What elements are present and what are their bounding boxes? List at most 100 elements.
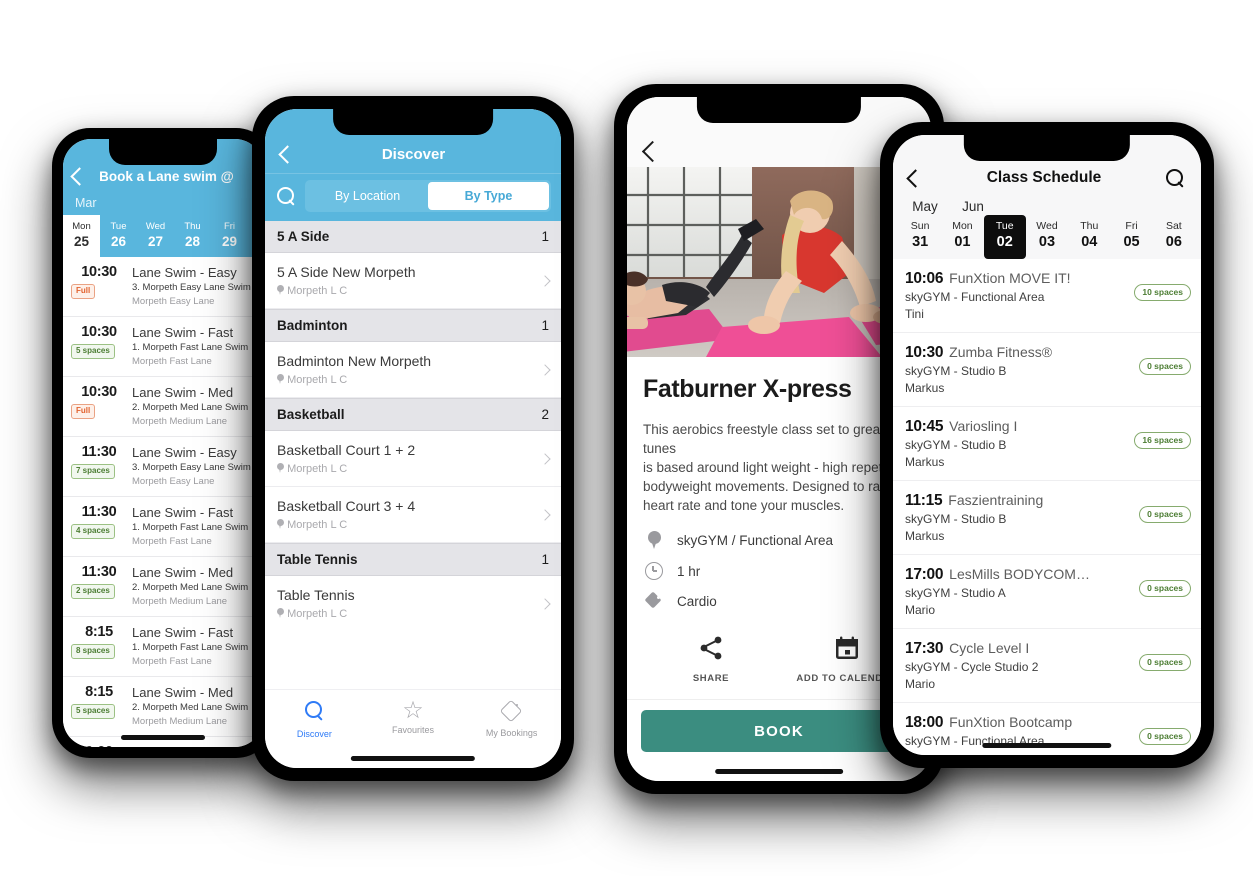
tab-by-type[interactable]: By Type (428, 182, 549, 210)
class-coach: Markus (905, 455, 945, 469)
slot-sub: 1. Morpeth Fast Lane Swim (132, 342, 249, 353)
item-main: 5 A Side New Morpeth Morpeth L C (277, 263, 541, 299)
slot-time: 11:30 (81, 444, 117, 460)
date-chip-num: 28 (184, 234, 201, 249)
class-name: Zumba Fitness® (949, 344, 1053, 360)
spaces-badge: 0 spaces (1139, 506, 1191, 523)
back-icon[interactable] (641, 140, 664, 163)
search-icon[interactable] (277, 186, 296, 206)
status-badge: 2 spaces (71, 583, 115, 599)
date-chip-num: 03 (1038, 234, 1056, 250)
date-strip[interactable]: Sun 31 Mon 01 Tue 02 Wed 03 Thu 04 Fri 0… (893, 215, 1201, 259)
slot-location: Morpeth Fast Lane (132, 536, 212, 547)
class-studio: skyGYM - Functional Area (905, 290, 1045, 304)
month-label: Mar (75, 196, 97, 210)
date-chip-0[interactable]: Mon 25 (63, 215, 100, 257)
list-item[interactable]: Badminton New Morpeth Morpeth L C (265, 342, 561, 398)
class-main: 10:06 FunXtion MOVE IT! skyGYM - Function… (905, 268, 1128, 323)
list-item[interactable]: 11:30 7 spaces Lane Swim - Easy 3. Morpe… (63, 437, 263, 497)
slot-name: Lane Swim - Fast (132, 625, 234, 640)
date-chip-num: 25 (73, 234, 90, 249)
class-time: 10:45 (905, 418, 944, 435)
class-heading: 11:15 Faszientraining (905, 490, 1133, 511)
list-item[interactable]: Basketball Court 1 + 2 Morpeth L C (265, 431, 561, 487)
class-coach: Tini (905, 307, 924, 321)
group-header-5-a-side: 5 A Side 1 (265, 221, 561, 253)
phone-discover: Discover By Location By Type 5 A Side 1 (252, 96, 574, 781)
discover-list: 5 A Side 1 5 A Side New Morpeth Morpeth … (265, 221, 561, 672)
lane-swim-list: 10:30 Full Lane Swim - Easy 3. Morpeth E… (63, 257, 263, 747)
date-chip-num: 01 (954, 234, 971, 250)
date-chip-0[interactable]: Sun 31 (899, 215, 941, 259)
date-chip-2[interactable]: Tue 02 (983, 215, 1026, 259)
date-chip-1[interactable]: Tue 26 (100, 215, 137, 257)
date-chip-num: 05 (1123, 234, 1140, 250)
list-item[interactable]: 8:15 8 spaces Lane Swim - Fast 1. Morpet… (63, 617, 263, 677)
list-item[interactable]: 10:30 Full Lane Swim - Easy 3. Morpeth E… (63, 257, 263, 317)
list-item[interactable]: 11:30 4 spaces Lane Swim - Fast 1. Morpe… (63, 497, 263, 557)
date-chip-3[interactable]: Thu 28 (174, 215, 211, 257)
item-main: Badminton New Morpeth Morpeth L C (277, 352, 541, 388)
chevron-right-icon (539, 364, 551, 376)
class-main: 10:45 Variosling I skyGYM - Studio B Mark… (905, 416, 1128, 471)
date-chip-1[interactable]: Mon 01 (941, 215, 983, 259)
slot-left: 10:30 Full (71, 264, 127, 309)
class-time: 10:06 (905, 270, 944, 287)
spaces-badge: 0 spaces (1139, 580, 1191, 597)
group-count: 1 (541, 318, 549, 333)
table-row[interactable]: 10:45 Variosling I skyGYM - Studio B Mark… (893, 407, 1201, 481)
segmented-control[interactable]: By Location By Type (305, 180, 551, 212)
phone-lane-swim: Book a Lane swim @ Mar Mon 25 Tue 26 Wed… (52, 128, 274, 758)
slot-location: Morpeth Medium Lane (132, 596, 228, 607)
item-location: Morpeth L C (277, 372, 541, 388)
table-row[interactable]: 10:30 Zumba Fitness® skyGYM - Studio B Ma… (893, 333, 1201, 407)
date-chip-6[interactable]: Sat 06 (1153, 215, 1195, 259)
class-time: 11:15 (905, 492, 943, 509)
table-row[interactable]: 17:30 Cycle Level I skyGYM - Cycle Studio… (893, 629, 1201, 703)
chevron-right-icon (539, 509, 551, 521)
list-item[interactable]: 5 A Side New Morpeth Morpeth L C (265, 253, 561, 309)
date-chip-dow: Tue (995, 220, 1014, 232)
share-button[interactable]: SHARE (643, 635, 779, 684)
slot-right: Lane Swim - Easy 3. Morpeth Easy Lane Sw… (127, 744, 263, 747)
table-row[interactable]: 11:15 Faszientraining skyGYM - Studio B M… (893, 481, 1201, 555)
slot-right: Lane Swim - Easy 3. Morpeth Easy Lane Sw… (127, 264, 263, 309)
date-chip-dow: Fri (1125, 220, 1138, 232)
book-button[interactable]: BOOK (641, 710, 917, 752)
group-header-table-tennis: Table Tennis 1 (265, 543, 561, 576)
list-item[interactable]: 8:15 5 spaces Lane Swim - Med 2. Morpeth… (63, 677, 263, 737)
class-heading: 10:06 FunXtion MOVE IT! (905, 268, 1128, 289)
class-description: This aerobics freestyle class set to gre… (643, 422, 907, 513)
phone2-titlebar: Discover (265, 135, 561, 173)
tab-by-location[interactable]: By Location (307, 182, 428, 210)
list-item[interactable]: 10:30 Full Lane Swim - Med 2. Morpeth Me… (63, 377, 263, 437)
date-chip-5[interactable]: Fri 05 (1110, 215, 1152, 259)
date-chip-4[interactable]: Fri 29 (211, 215, 248, 257)
date-chip-4[interactable]: Thu 04 (1068, 215, 1110, 259)
class-schedule-list: 10:06 FunXtion MOVE IT! skyGYM - Function… (893, 259, 1201, 755)
table-row[interactable]: 10:06 FunXtion MOVE IT! skyGYM - Function… (893, 259, 1201, 333)
slot-location: Morpeth Easy Lane (132, 296, 215, 307)
tab-discover[interactable]: Discover (265, 700, 364, 739)
search-icon[interactable] (1166, 168, 1185, 188)
calendar-icon (836, 636, 858, 659)
table-row[interactable]: 17:00 LesMills BODYCOM… skyGYM - Studio A… (893, 555, 1201, 629)
date-chip-2[interactable]: Wed 27 (137, 215, 174, 257)
item-location: Morpeth L C (277, 461, 541, 477)
list-item[interactable]: 10:30 5 spaces Lane Swim - Fast 1. Morpe… (63, 317, 263, 377)
location-pin-icon (277, 285, 284, 295)
list-item[interactable]: Basketball Court 3 + 4 Morpeth L C (265, 487, 561, 543)
meta-category: Cardio (643, 593, 915, 610)
phone4-navbar: Class Schedule (893, 161, 1201, 195)
tab-my-bookings[interactable]: My Bookings (462, 700, 561, 738)
list-item[interactable]: Table Tennis Morpeth L C (265, 576, 561, 631)
item-location: Morpeth L C (277, 283, 541, 299)
class-name: Variosling I (949, 418, 1018, 434)
date-chip-3[interactable]: Wed 03 (1026, 215, 1068, 259)
date-strip[interactable]: Mon 25 Tue 26 Wed 27 Thu 28 Fri 29 (63, 215, 263, 257)
tab-favourites[interactable]: ☆ Favourites (364, 699, 463, 736)
tag-icon (501, 700, 522, 721)
list-item[interactable]: 11:30 2 spaces Lane Swim - Med 2. Morpet… (63, 557, 263, 617)
home-indicator (982, 743, 1112, 748)
phone1-screen: Book a Lane swim @ Mar Mon 25 Tue 26 Wed… (63, 139, 263, 747)
